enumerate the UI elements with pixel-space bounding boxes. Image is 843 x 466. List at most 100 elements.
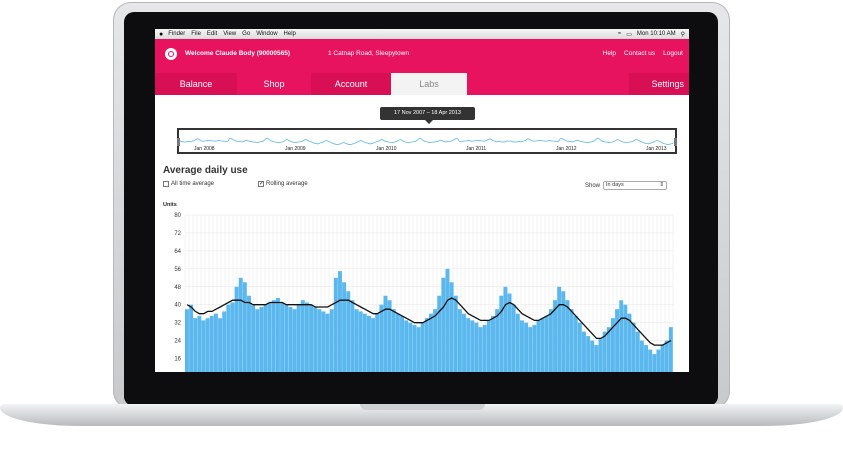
menu-help[interactable]: Help [284, 31, 296, 37]
usage-bar [346, 291, 351, 372]
usage-bar [424, 318, 429, 372]
rolling-checkbox[interactable]: ✓ [258, 181, 264, 187]
all-time-checkbox[interactable] [163, 181, 169, 187]
usage-bar [317, 309, 322, 372]
usage-bar [321, 311, 326, 372]
usage-bar [350, 300, 355, 372]
usage-bar [590, 340, 595, 372]
rolling-label: Rolling average [266, 181, 308, 187]
menu-file[interactable]: File [191, 31, 201, 37]
nav-year-label: Jan 2011 [465, 146, 488, 152]
y-tick-label: 56 [174, 267, 181, 273]
usage-bar [197, 315, 202, 372]
menu-go[interactable]: Go [242, 31, 250, 37]
usage-bar [594, 345, 599, 372]
show-select[interactable]: In days ⇕ [603, 181, 668, 190]
usage-bar [462, 313, 467, 372]
navigator-sparkline [179, 137, 674, 146]
search-icon[interactable]: ⚲ [681, 31, 685, 38]
usage-bar [366, 315, 371, 372]
usage-bar [619, 300, 624, 372]
usage-bar [652, 354, 657, 372]
menu-view[interactable]: View [223, 31, 236, 37]
usage-bar [499, 295, 504, 372]
usage-bar [292, 309, 297, 372]
usage-bar [400, 315, 404, 372]
screen: ● Finder File Edit View Go Window Help ≈… [155, 29, 689, 372]
panel-title: Average daily use [163, 165, 248, 176]
usage-bar [213, 313, 218, 372]
usage-bar [333, 277, 338, 372]
usage-bar [193, 318, 198, 372]
y-axis-label: Units [163, 202, 177, 208]
usage-bar [429, 313, 433, 372]
usage-bar [304, 302, 309, 372]
tab-labs[interactable]: Labs [391, 73, 467, 95]
tab-account[interactable]: Account [311, 73, 391, 95]
wifi-icon[interactable]: ≈ [618, 31, 621, 37]
all-time-option[interactable]: All time average [163, 181, 214, 187]
y-tick-label: 40 [174, 303, 181, 309]
nav-year-label: Jan 2012 [555, 146, 578, 152]
usage-bar [288, 306, 293, 372]
navigator-handle-right[interactable] [674, 138, 677, 146]
nav-year-label: Jan 2008 [193, 146, 216, 152]
usage-bar [222, 311, 227, 372]
usage-bar [259, 306, 264, 372]
usage-bar [354, 309, 359, 372]
usage-bar [639, 340, 644, 372]
navigator-handle-left[interactable] [177, 138, 180, 146]
usage-bar [230, 302, 235, 372]
site-header: Welcome Claude Body (90000565) 1 Catnap … [155, 39, 689, 73]
usage-bar [519, 320, 524, 372]
date-navigator[interactable]: Jan 2008 Jan 2009 Jan 2010 Jan 2011 Jan … [177, 128, 677, 154]
usage-bar [511, 304, 516, 372]
battery-icon[interactable]: ▭ [626, 31, 632, 38]
usage-bar [280, 302, 285, 372]
tab-shop[interactable]: Shop [237, 73, 311, 95]
tab-bar: Balance Shop Account Labs Settings [155, 73, 689, 95]
tab-settings[interactable]: Settings [629, 73, 689, 95]
usage-bar [362, 313, 367, 372]
usage-bar [491, 315, 495, 372]
clock[interactable]: Mon 10:10 AM [637, 31, 676, 37]
tab-balance[interactable]: Balance [155, 73, 237, 95]
usage-bar [329, 309, 334, 372]
usage-bar [561, 291, 566, 372]
help-link[interactable]: Help [603, 50, 616, 57]
usage-bar [433, 309, 438, 372]
show-select-value: In days [606, 182, 624, 188]
usage-bar [416, 327, 421, 372]
usage-bar [238, 277, 243, 372]
welcome-text: Welcome Claude Body (90000565) [185, 50, 291, 57]
usage-bar [569, 309, 574, 372]
usage-bar [209, 315, 214, 372]
range-tooltip: 17 Nov 2007 – 18 Apr 2013 [380, 107, 475, 120]
usage-bar [524, 322, 529, 372]
menu-window[interactable]: Window [256, 31, 277, 37]
usage-bar [495, 309, 500, 372]
usage-bar [668, 327, 673, 372]
usage-bar [275, 297, 280, 372]
y-tick-label: 16 [174, 357, 181, 363]
chevron-down-icon: ⇕ [659, 182, 665, 188]
logo-icon[interactable] [165, 48, 177, 60]
usage-bar [342, 282, 347, 372]
apple-icon[interactable]: ● [159, 31, 163, 38]
nav-year-label: Jan 2010 [375, 146, 398, 152]
rolling-option[interactable]: ✓ Rolling average [258, 181, 308, 187]
usage-bar [648, 349, 653, 372]
nav-year-label: Jan 2013 [645, 146, 668, 152]
show-control: Show In days ⇕ [585, 181, 668, 190]
usage-bar [532, 324, 537, 372]
menu-edit[interactable]: Edit [207, 31, 217, 37]
logout-link[interactable]: Logout [663, 50, 683, 57]
usage-bar [598, 338, 603, 372]
usage-bar [466, 318, 471, 372]
usage-bar [540, 318, 545, 372]
usage-bar [478, 327, 483, 372]
menu-finder[interactable]: Finder [168, 31, 185, 37]
usage-bar [644, 345, 648, 372]
y-tick-label: 48 [174, 285, 181, 291]
contact-link[interactable]: Contact us [624, 50, 655, 57]
